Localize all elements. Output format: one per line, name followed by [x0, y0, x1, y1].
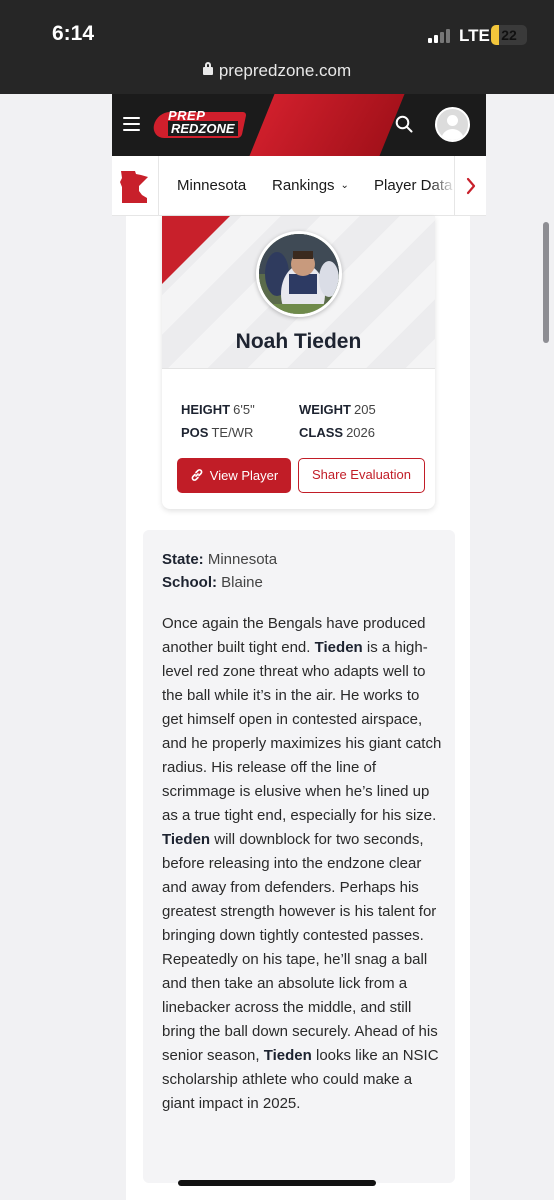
sub-navigation: Minnesota Rankings ⌄ Player Data: [112, 156, 486, 216]
site-header: PREP REDZONE: [112, 94, 486, 156]
player-photo[interactable]: [256, 231, 342, 317]
player-name-mention: Tieden: [314, 639, 363, 656]
view-player-button[interactable]: View Player: [177, 458, 291, 493]
player-name: Noah Tieden: [235, 330, 362, 353]
link-icon: [191, 469, 203, 481]
address-bar[interactable]: prepredzone.com: [0, 61, 554, 81]
state-line: State: Minnesota: [162, 551, 278, 568]
ios-status-bar: 6:14 LTE 22 prepredzone.com: [0, 0, 554, 94]
chevron-down-icon: ⌄: [340, 180, 349, 191]
nav-minnesota[interactable]: Minnesota: [177, 177, 246, 194]
stat-height: HEIGHT 6'5": [181, 402, 255, 417]
school-line: School: Blaine: [162, 574, 263, 591]
player-card: Noah Tieden HEIGHT 6'5" WEIGHT 205 POS TE/W…: [162, 216, 435, 509]
scrollbar[interactable]: [543, 222, 549, 343]
hamburger-icon[interactable]: [123, 117, 140, 131]
network-type: LTE: [459, 26, 490, 45]
player-name-mention: Tieden: [162, 831, 211, 848]
stat-weight: WEIGHT 205: [299, 402, 376, 417]
view-player-label: View Player: [209, 468, 279, 483]
url-text: prepredzone.com: [218, 61, 352, 80]
lock-icon: [202, 62, 213, 75]
nav-rankings-label: Rankings: [272, 177, 335, 194]
header-accent: [249, 94, 405, 156]
card-corner-accent: [162, 216, 230, 284]
nav-next-button[interactable]: [454, 156, 486, 215]
search-icon[interactable]: [395, 115, 413, 133]
user-avatar-icon[interactable]: [435, 107, 470, 142]
evaluation-text: Once again the Bengals have produced ano…: [162, 615, 442, 1112]
nav-rankings[interactable]: Rankings ⌄: [272, 177, 349, 194]
stat-position: POS TE/WR: [181, 425, 254, 440]
battery-percent: 22: [501, 27, 517, 43]
stat-class: CLASS 2026: [299, 425, 375, 440]
signal-icon: [428, 27, 454, 43]
site-logo[interactable]: PREP REDZONE: [151, 108, 247, 140]
player-name-mention: Tieden: [263, 1047, 312, 1064]
logo-text-redzone: REDZONE: [168, 121, 238, 136]
status-time: 6:14: [52, 22, 95, 45]
battery-icon: 22: [491, 25, 527, 45]
chevron-right-icon: [466, 177, 476, 195]
share-evaluation-button[interactable]: Share Evaluation: [298, 458, 425, 493]
home-indicator[interactable]: [178, 1180, 376, 1186]
minnesota-state-icon[interactable]: [119, 170, 149, 204]
